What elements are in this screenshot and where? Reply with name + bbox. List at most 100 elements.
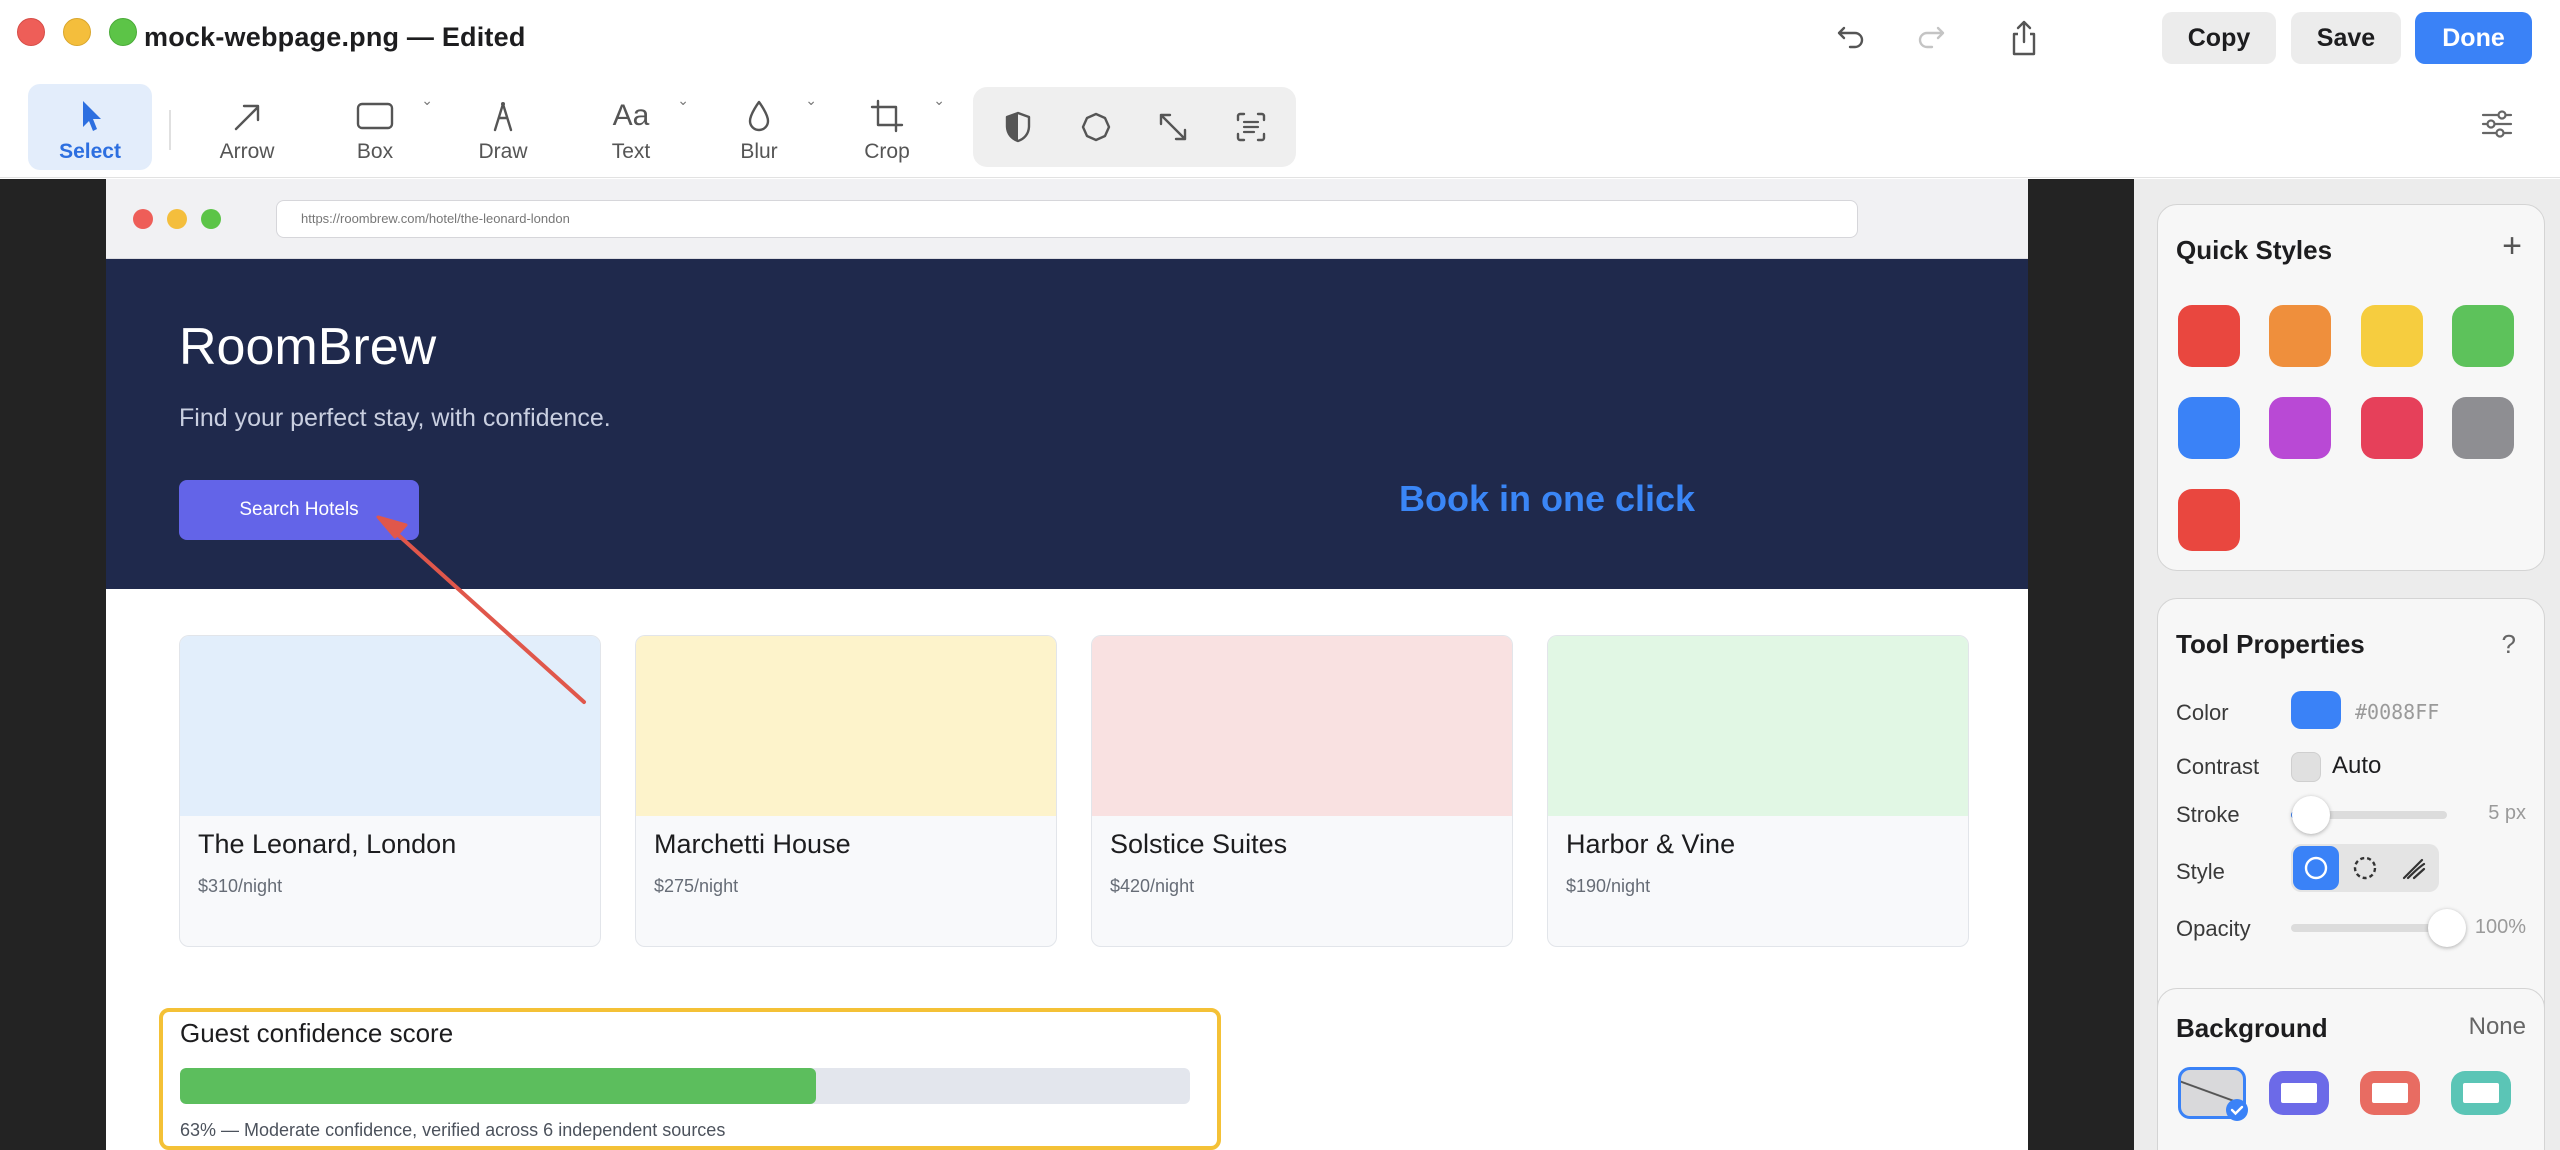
share-icon[interactable] bbox=[2004, 18, 2044, 58]
background-swatch[interactable] bbox=[2360, 1071, 2420, 1115]
quick-style-swatch[interactable] bbox=[2361, 305, 2423, 367]
tool-box-label: Box bbox=[356, 140, 394, 163]
color-swatch[interactable] bbox=[2291, 691, 2341, 729]
browser-zoom-dot bbox=[201, 209, 221, 229]
background-swatch[interactable] bbox=[2269, 1071, 2329, 1115]
chevron-down-icon[interactable]: ⌄ bbox=[933, 92, 945, 109]
dashed-style-option[interactable] bbox=[2342, 846, 2388, 890]
tagline: Find your perfect stay, with confidence. bbox=[179, 404, 611, 432]
crop-icon bbox=[870, 99, 904, 133]
tool-select-label: Select bbox=[59, 140, 121, 163]
quick-styles-card: Quick Styles + bbox=[2157, 204, 2545, 571]
background-swatch[interactable] bbox=[2451, 1071, 2511, 1115]
hotel-card: Solstice Suites $420/night bbox=[1091, 635, 1513, 947]
quick-styles-title: Quick Styles bbox=[2176, 235, 2333, 265]
zoom-window-button[interactable] bbox=[109, 18, 137, 46]
arrow-icon bbox=[234, 104, 260, 131]
quick-style-swatch[interactable] bbox=[2178, 397, 2240, 459]
tool-crop-label: Crop bbox=[864, 140, 910, 163]
opacity-label: Opacity bbox=[2176, 916, 2251, 941]
polygon-icon[interactable] bbox=[1076, 107, 1116, 147]
annotation-toolbar: Select Arrow Box ⌄ Draw Aa Text ⌄ Blur ⌄… bbox=[0, 76, 2560, 178]
tool-properties-title: Tool Properties bbox=[2176, 629, 2365, 659]
search-hotels-button: Search Hotels bbox=[179, 480, 419, 540]
tool-crop[interactable]: Crop ⌄ bbox=[825, 84, 949, 170]
chevron-down-icon[interactable]: ⌄ bbox=[805, 92, 817, 109]
hotel-price: $310/night bbox=[198, 876, 283, 896]
background-card: Background None bbox=[2157, 988, 2545, 1150]
pen-icon bbox=[493, 102, 513, 132]
hotel-image bbox=[636, 636, 1056, 816]
extra-tools-group bbox=[973, 87, 1296, 167]
sliders-icon[interactable] bbox=[2477, 104, 2517, 144]
chevron-down-icon[interactable]: ⌄ bbox=[677, 92, 689, 109]
no-background-swatch[interactable] bbox=[2178, 1067, 2248, 1121]
solid-style-option[interactable] bbox=[2293, 846, 2339, 890]
quick-style-swatch[interactable] bbox=[2361, 397, 2423, 459]
help-icon[interactable]: ? bbox=[2502, 629, 2516, 660]
tool-draw[interactable]: Draw bbox=[441, 84, 565, 170]
score-title: Guest confidence score bbox=[180, 1018, 454, 1048]
style-segmented-control bbox=[2291, 844, 2439, 892]
confidence-score-box[interactable]: Guest confidence score 63% — Moderate co… bbox=[159, 1008, 1221, 1150]
scribble-icon bbox=[2402, 858, 2426, 880]
tool-text[interactable]: Aa Text ⌄ bbox=[569, 84, 693, 170]
screenshot-image: https://roombrew.com/hotel/the-leonard-l… bbox=[106, 179, 2028, 1150]
opacity-slider-knob[interactable] bbox=[2428, 909, 2466, 947]
image-canvas[interactable]: https://roombrew.com/hotel/the-leonard-l… bbox=[0, 179, 2134, 1150]
tool-arrow[interactable]: Arrow bbox=[185, 84, 309, 170]
stroke-slider-knob[interactable] bbox=[2292, 796, 2331, 834]
minimize-window-button[interactable] bbox=[63, 18, 91, 46]
background-title: Background bbox=[2176, 1013, 2328, 1043]
color-hex: #0088FF bbox=[2355, 700, 2440, 724]
redo-icon[interactable] bbox=[1911, 18, 1951, 58]
title-bar: mock-webpage.png — Edited Copy Save Done bbox=[0, 0, 2560, 76]
close-window-button[interactable] bbox=[17, 18, 45, 46]
quick-style-swatch[interactable] bbox=[2178, 489, 2240, 551]
sketch-style-option[interactable] bbox=[2391, 846, 2437, 890]
background-value: None bbox=[2468, 1013, 2526, 1040]
contrast-checkbox[interactable] bbox=[2291, 752, 2321, 782]
score-bar-track bbox=[180, 1068, 1190, 1104]
score-bar-fill bbox=[180, 1068, 817, 1104]
save-button[interactable]: Save bbox=[2291, 12, 2401, 64]
hotel-name: Solstice Suites bbox=[1110, 829, 1288, 859]
quick-style-swatch[interactable] bbox=[2452, 397, 2514, 459]
tool-select[interactable]: Select bbox=[28, 84, 152, 170]
undo-icon[interactable] bbox=[1831, 18, 1871, 58]
stroke-slider[interactable] bbox=[2291, 796, 2447, 834]
browser-close-dot bbox=[133, 209, 153, 229]
text-recognition-icon[interactable] bbox=[1231, 107, 1271, 147]
quick-style-swatch[interactable] bbox=[2452, 305, 2514, 367]
blur-drop-icon bbox=[748, 100, 770, 132]
shield-icon[interactable] bbox=[998, 107, 1038, 147]
resize-icon[interactable] bbox=[1153, 107, 1193, 147]
hotel-card: The Leonard, London $310/night bbox=[179, 635, 601, 947]
hero-banner: RoomBrew Find your perfect stay, with co… bbox=[106, 259, 2028, 589]
hotel-image bbox=[1092, 636, 1512, 816]
opacity-slider[interactable] bbox=[2291, 909, 2466, 947]
browser-chrome: https://roombrew.com/hotel/the-leonard-l… bbox=[106, 179, 2028, 259]
tool-box[interactable]: Box ⌄ bbox=[313, 84, 437, 170]
add-style-icon[interactable]: + bbox=[2502, 227, 2522, 266]
brand-logo: RoomBrew bbox=[179, 318, 437, 376]
tool-arrow-label: Arrow bbox=[219, 140, 275, 163]
quick-style-swatch[interactable] bbox=[2178, 305, 2240, 367]
circle-dashed-icon bbox=[2353, 856, 2377, 880]
document-title: mock-webpage.png — Edited bbox=[144, 22, 526, 52]
quick-style-swatch[interactable] bbox=[2269, 305, 2331, 367]
circle-solid-icon bbox=[2304, 856, 2328, 880]
stroke-label: Stroke bbox=[2176, 802, 2240, 827]
box-icon bbox=[356, 102, 394, 130]
hotel-name: Marchetti House bbox=[654, 829, 851, 859]
chevron-down-icon[interactable]: ⌄ bbox=[421, 92, 433, 109]
quick-style-swatch[interactable] bbox=[2269, 397, 2331, 459]
hotel-name: The Leonard, London bbox=[198, 829, 457, 859]
copy-button[interactable]: Copy bbox=[2162, 12, 2276, 64]
text-icon: Aa bbox=[612, 99, 650, 132]
promo-text: Book in one click bbox=[1399, 478, 1696, 519]
tool-blur-label: Blur bbox=[740, 140, 778, 163]
tool-blur[interactable]: Blur ⌄ bbox=[697, 84, 821, 170]
style-label: Style bbox=[2176, 859, 2225, 884]
done-button[interactable]: Done bbox=[2415, 12, 2532, 64]
